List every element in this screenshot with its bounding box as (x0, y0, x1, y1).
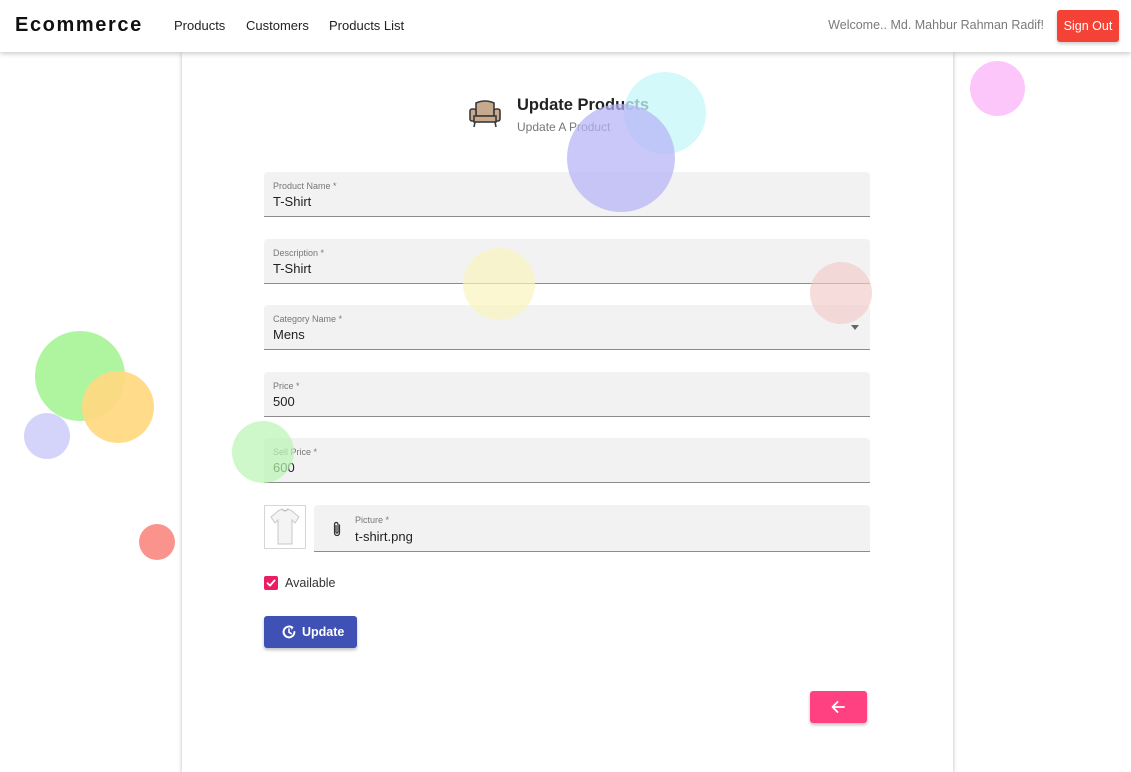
welcome-text: Welcome.. Md. Mahbur Rahman Radif! (828, 18, 1044, 32)
check-icon (266, 579, 276, 587)
back-button[interactable] (810, 691, 867, 723)
nav-link-products[interactable]: Products (174, 18, 225, 33)
nav-link-products-list[interactable]: Products List (329, 18, 404, 33)
paperclip-icon[interactable] (332, 521, 342, 537)
price-field[interactable]: Price * 500 (264, 372, 870, 417)
picture-label: Picture * (355, 515, 390, 525)
decorative-bubble (35, 331, 125, 421)
description-field[interactable]: Description * T-Shirt (264, 239, 870, 284)
update-product-card: Update Products Update A Product Product… (182, 52, 953, 772)
armchair-icon (469, 100, 501, 128)
top-navbar: Ecommerce Products Customers Products Li… (0, 0, 1131, 52)
description-label: Description * (273, 248, 325, 258)
sell-price-value[interactable]: 600 (273, 460, 295, 475)
dropdown-arrow-icon[interactable] (851, 325, 859, 330)
category-value[interactable]: Mens (273, 327, 305, 342)
product-name-label: Product Name * (273, 181, 337, 191)
tshirt-icon (270, 508, 300, 545)
description-value[interactable]: T-Shirt (273, 261, 311, 276)
decorative-bubble (139, 524, 175, 560)
sign-out-button[interactable]: Sign Out (1057, 10, 1119, 42)
available-checkbox[interactable] (264, 576, 278, 590)
picture-filename: t-shirt.png (355, 529, 413, 544)
decorative-bubble (24, 413, 70, 459)
arrow-left-icon (831, 701, 845, 713)
update-button[interactable]: Update (264, 616, 357, 648)
form-header: Update Products Update A Product (467, 96, 687, 136)
update-button-label: Update (302, 625, 345, 639)
decorative-bubble (82, 371, 154, 443)
sell-price-field[interactable]: Sell Price * 600 (264, 438, 870, 483)
nav-link-customers[interactable]: Customers (246, 18, 309, 33)
tshirt-thumbnail (264, 505, 306, 549)
product-name-field[interactable]: Product Name * T-Shirt (264, 172, 870, 217)
price-value[interactable]: 500 (273, 394, 295, 409)
product-name-value[interactable]: T-Shirt (273, 194, 311, 209)
picture-upload-field[interactable]: Picture * t-shirt.png (314, 505, 870, 552)
available-label[interactable]: Available (285, 576, 336, 590)
page-subtitle: Update A Product (517, 120, 611, 134)
category-label: Category Name * (273, 314, 343, 324)
page-title: Update Products (517, 96, 650, 114)
price-label: Price * (273, 381, 300, 391)
decorative-bubble (970, 61, 1025, 116)
category-select[interactable]: Category Name * Mens (264, 305, 870, 350)
brand-logo[interactable]: Ecommerce (15, 14, 143, 37)
sell-price-label: Sell Price * (273, 447, 318, 457)
refresh-icon (282, 625, 296, 639)
